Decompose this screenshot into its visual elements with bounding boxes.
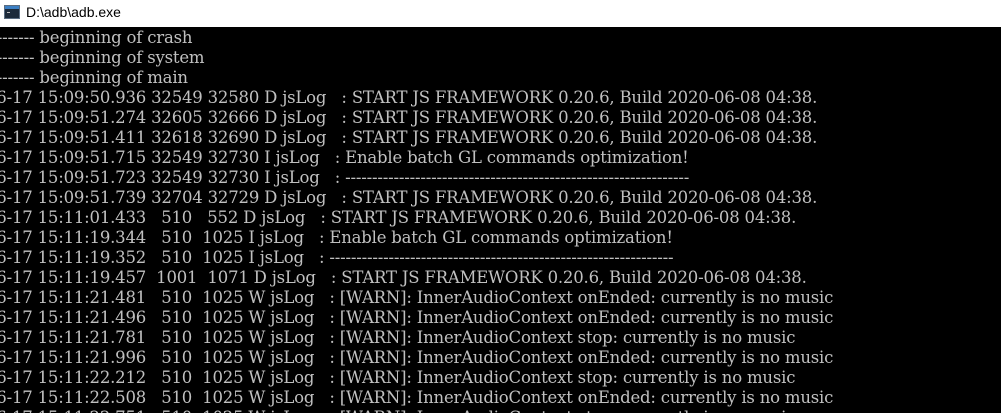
- console-line: 06-17 15:11:21.781 510 1025 W jsLog : [W…: [0, 328, 796, 347]
- console-line: 06-17 15:11:01.433 510 552 D jsLog : STA…: [0, 208, 797, 227]
- console-line: 06-17 15:11:21.996 510 1025 W jsLog : [W…: [0, 348, 834, 367]
- console-line: --------- beginning of crash: [0, 28, 193, 47]
- console-line: 06-17 15:09:50.936 32549 32580 D jsLog :…: [0, 88, 818, 107]
- console-line: 06-17 15:11:19.457 1001 1071 D jsLog : S…: [0, 268, 807, 287]
- window-title: D:\adb\adb.exe: [26, 3, 121, 20]
- console-line: 06-17 15:11:19.352 510 1025 I jsLog : --…: [0, 248, 674, 267]
- console-line: 06-17 15:09:51.411 32618 32690 D jsLog :…: [0, 128, 818, 147]
- console-lines: --------- beginning of crash --------- be…: [0, 28, 833, 413]
- console-window-icon: [4, 4, 20, 19]
- console-line: --------- beginning of system: [0, 48, 205, 67]
- console-line: 06-17 15:09:51.739 32704 32729 D jsLog :…: [0, 188, 818, 207]
- console-line: 06-17 15:11:22.751 510 1025 W jsLog : [W…: [0, 408, 833, 413]
- console-window: D:\adb\adb.exe --------- beginning of cr…: [0, 0, 1001, 413]
- console-line: 06-17 15:11:22.212 510 1025 W jsLog : [W…: [0, 368, 796, 387]
- console-line: --------- beginning of main: [0, 68, 188, 87]
- console-line: 06-17 15:09:51.274 32605 32666 D jsLog :…: [0, 108, 818, 127]
- console-line: 06-17 15:11:21.496 510 1025 W jsLog : [W…: [0, 308, 834, 327]
- console-line: 06-17 15:11:19.344 510 1025 I jsLog : En…: [0, 228, 673, 247]
- console-output[interactable]: --------- beginning of crash --------- be…: [0, 27, 1001, 413]
- console-line: 06-17 15:09:51.723 32549 32730 I jsLog :…: [0, 168, 690, 187]
- console-line: 06-17 15:09:51.715 32549 32730 I jsLog :…: [0, 148, 689, 167]
- console-line: 06-17 15:11:21.481 510 1025 W jsLog : [W…: [0, 288, 834, 307]
- title-bar[interactable]: D:\adb\adb.exe: [0, 0, 1001, 27]
- console-line: 06-17 15:11:22.508 510 1025 W jsLog : [W…: [0, 388, 834, 407]
